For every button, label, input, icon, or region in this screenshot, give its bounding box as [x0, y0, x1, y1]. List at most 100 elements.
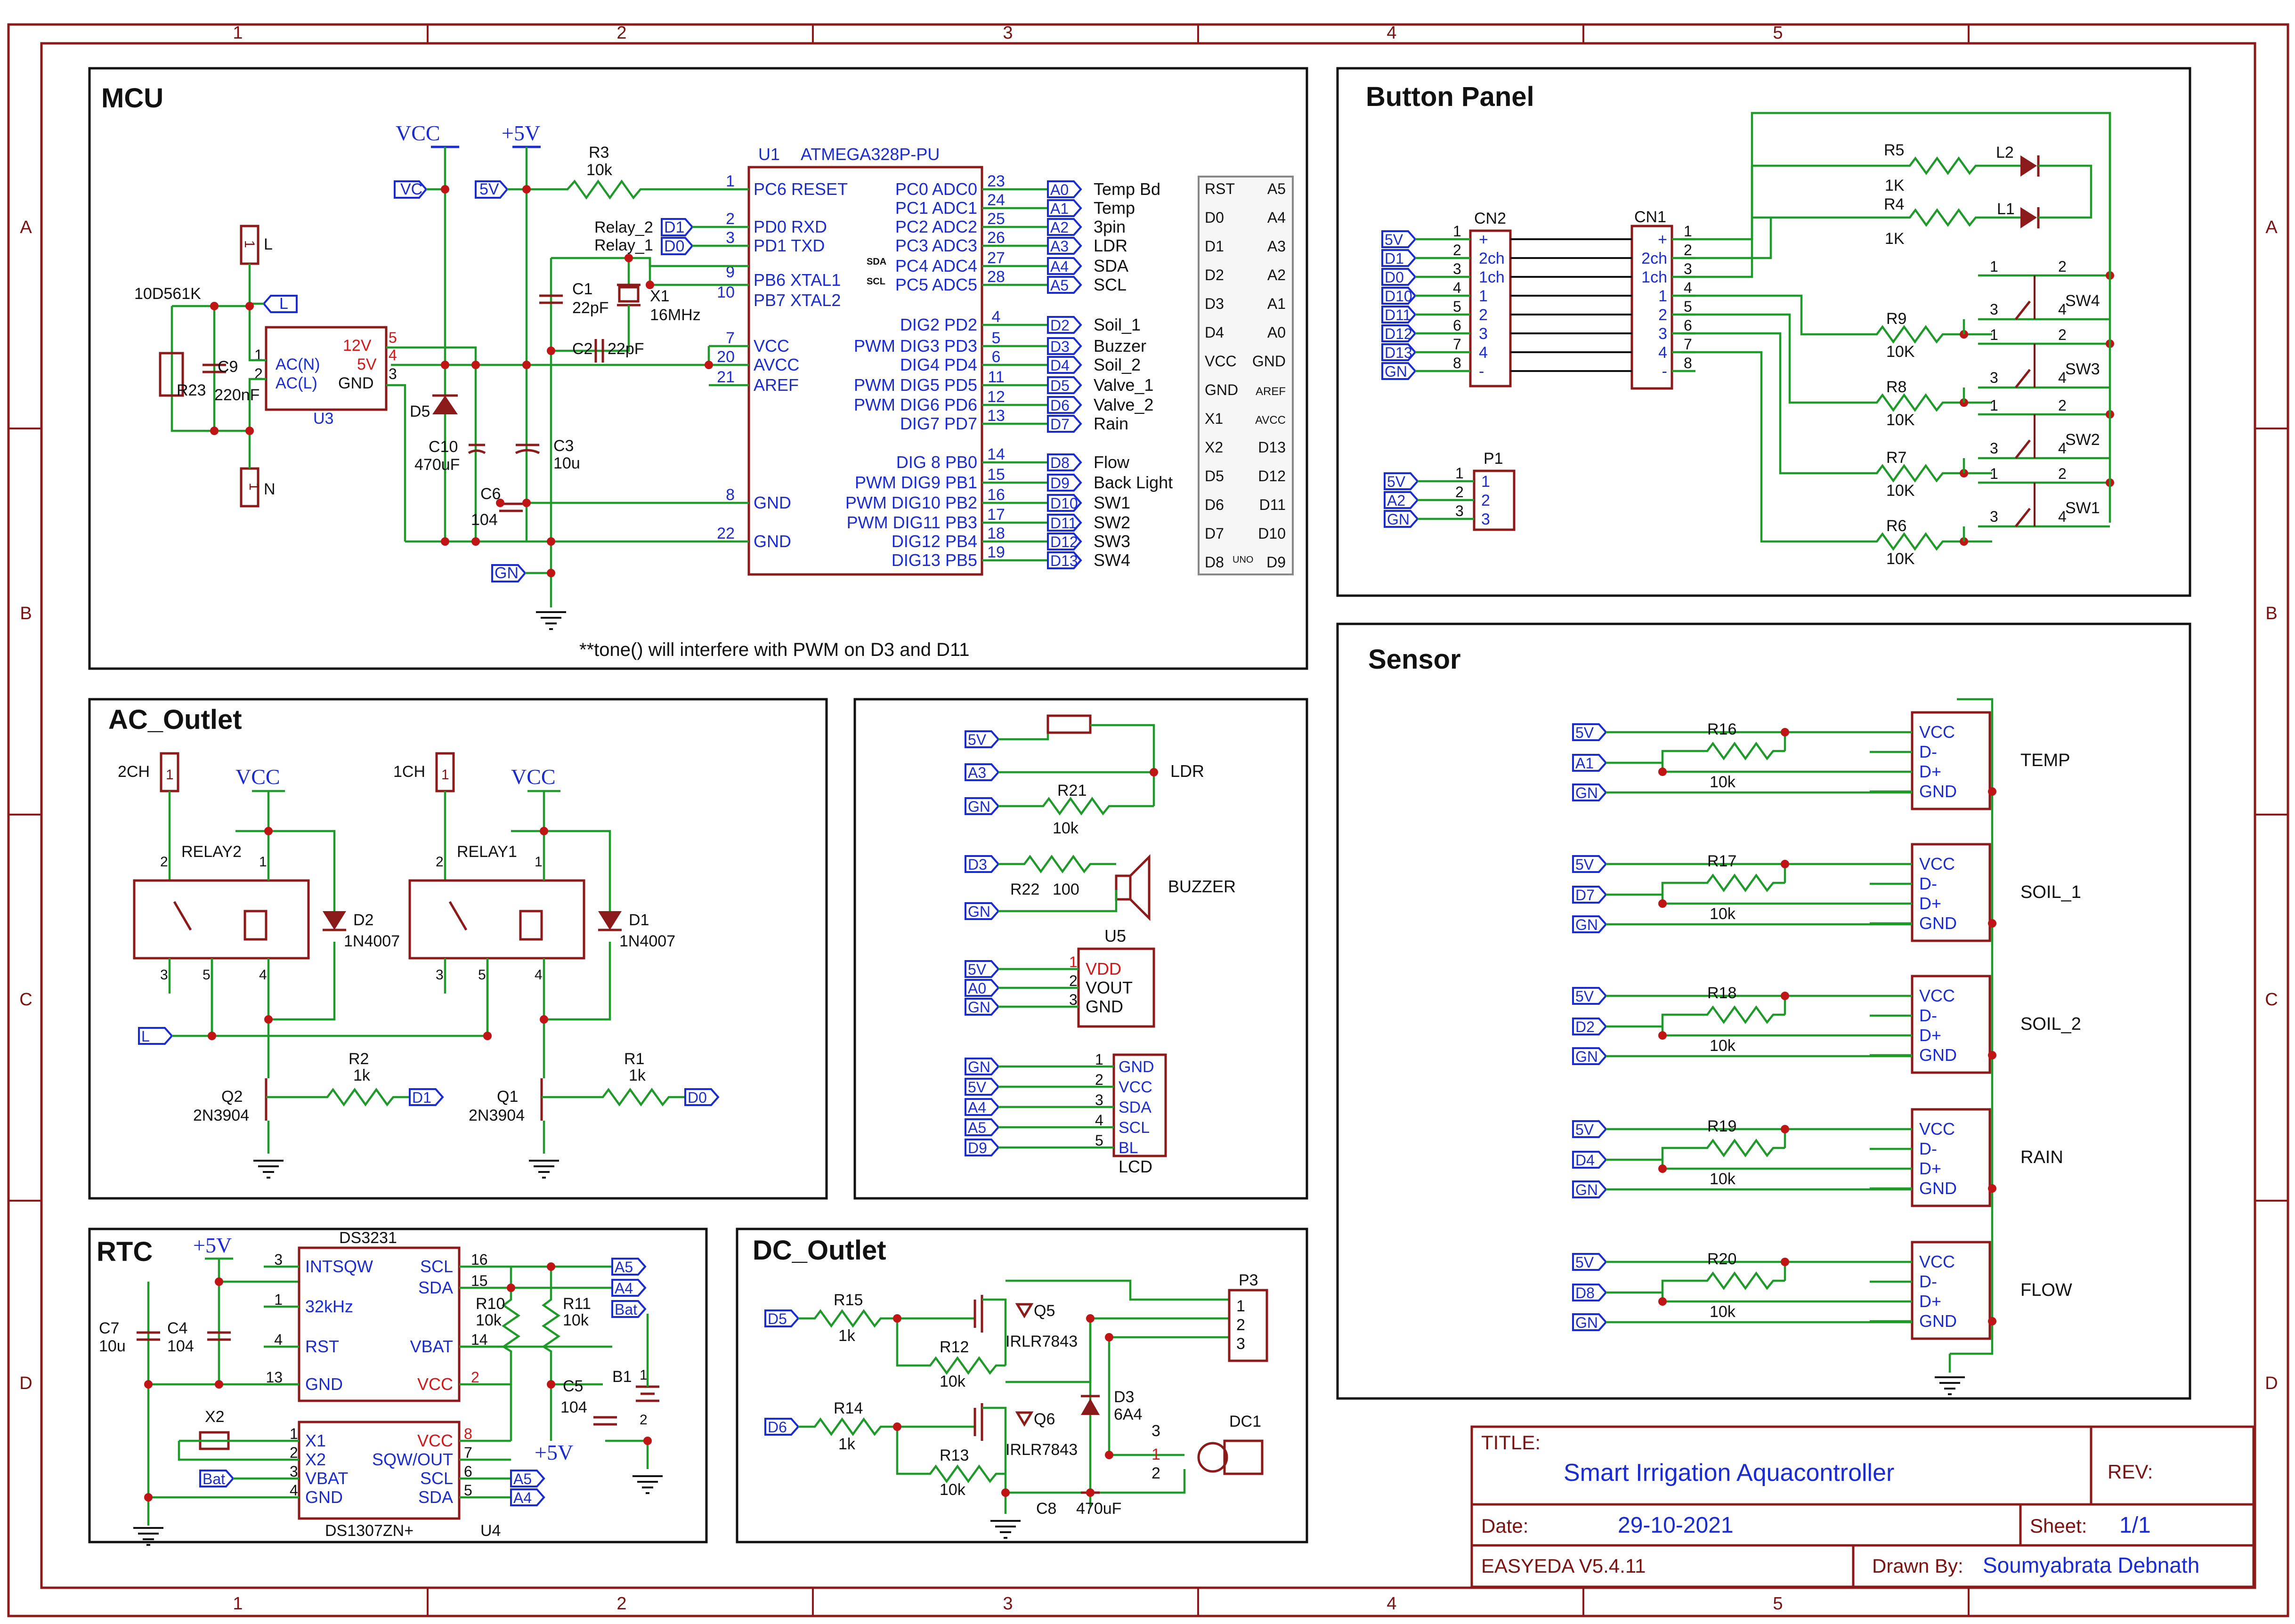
r21-resistor — [998, 797, 1154, 816]
r11-resistor — [541, 1267, 560, 1384]
ds3231-ln-2: 4 — [274, 1331, 283, 1348]
u1-right-pin-6: DIG4 PD4 — [900, 355, 977, 374]
u1-left-num-7: 7 — [726, 329, 735, 347]
dc1-pin1: 1 — [1152, 1446, 1160, 1463]
u1-func-27: SDA — [1094, 256, 1128, 275]
junction — [215, 1380, 223, 1389]
vcc-net-label: VC — [400, 180, 422, 198]
rtc-bat-net-label: Bat — [203, 1470, 225, 1487]
u1-right-pin-15: PWM DIG9 PB1 — [855, 473, 977, 492]
sensor-SOIL_1-v5-label: 5V — [1575, 856, 1594, 873]
cn2-pin-3: 1 — [1479, 287, 1488, 305]
u1-net-D7-label: D7 — [1050, 416, 1070, 433]
cn2-ref: CN2 — [1474, 210, 1506, 227]
sensor-TEMP-gn-label: GN — [1575, 784, 1598, 801]
ac-outlet-circuit: 12CHRELAY2VCC23 5 41D21N4007Q22N3904R21kD1… — [118, 752, 720, 1179]
sensor-R17-ref: R17 — [1707, 852, 1736, 870]
uno-right-13: D9 — [1266, 554, 1286, 571]
q2-val: 2N3904 — [193, 1107, 249, 1124]
uno-left-11: D6 — [1205, 496, 1224, 513]
u1-func-23: Temp Bd — [1094, 179, 1160, 199]
mcu-title: MCU — [101, 83, 163, 113]
r14-val: 1k — [838, 1435, 856, 1453]
u1-left-pin-7: VCC — [754, 336, 789, 356]
junction — [1781, 1258, 1789, 1266]
x1-crystal — [618, 286, 640, 303]
u5-pin-2: GND — [1086, 997, 1123, 1016]
title-label: TITLE: — [1481, 1431, 1541, 1454]
l1-led — [2020, 207, 2037, 228]
ds3231-r-0: SCL — [420, 1257, 453, 1276]
u1-func-26: LDR — [1094, 236, 1127, 255]
relay2-pin5: 5 — [203, 967, 211, 983]
u1-net-D3-label: D3 — [1050, 338, 1070, 355]
row-b-left: B — [20, 604, 32, 623]
cn2-pin-4: 2 — [1479, 306, 1488, 324]
r2-ref: R2 — [349, 1050, 369, 1068]
u1-func-17: SW2 — [1094, 513, 1130, 532]
sensor-SOIL_1-pin-2: D+ — [1919, 894, 1941, 913]
r22-val: 100 — [1053, 881, 1079, 898]
c10-val: 470uF — [414, 456, 460, 474]
dc-outlet-circuit: D5 R15 1k R12 10k Q5 IRLR7843 D6 R14 1k R13 10k Q6 IR… — [764, 1271, 1268, 1539]
sensor-FLOW-pin-0: VCC — [1919, 1252, 1955, 1271]
p1-ref: P1 — [1484, 450, 1503, 468]
ds3231-r-1: SDA — [418, 1278, 453, 1297]
relay1-ref: RELAY1 — [457, 843, 517, 861]
r15-ref: R15 — [834, 1291, 863, 1309]
lcd-net-3-label: A5 — [968, 1119, 986, 1136]
rtc-a5-net-2-label: A5 — [513, 1470, 532, 1487]
lcd-num-2: 3 — [1095, 1091, 1103, 1108]
ds1307-u: U4 — [480, 1522, 501, 1540]
col-5-bottom: 5 — [1773, 1594, 1783, 1614]
q5-ref: Q5 — [1034, 1302, 1055, 1320]
u1-right-num-13: 13 — [987, 407, 1005, 425]
dc1-body — [1223, 1439, 1264, 1475]
ds3231-rn-3: 2 — [471, 1369, 479, 1386]
col-4-top: 4 — [1387, 23, 1396, 43]
sensor-R19-ref: R19 — [1707, 1117, 1736, 1135]
junction — [547, 1262, 555, 1271]
ldr-label: LDR — [1170, 761, 1204, 781]
d2-ref: D2 — [353, 911, 373, 929]
ds3231-l-2: RST — [305, 1337, 339, 1356]
d0-flag-label: D0 — [664, 237, 684, 255]
sw-pin1-2: 1 — [1990, 397, 1998, 414]
d3-diode — [1081, 1398, 1100, 1415]
junction — [483, 1032, 492, 1040]
r8-ref: R8 — [1886, 378, 1906, 396]
u3-pin2: AC(L) — [276, 374, 317, 392]
lcd-net-4-label: D9 — [968, 1139, 987, 1156]
drawn-by: Soumyabrata Debnath — [1983, 1553, 2199, 1577]
d1-diode — [598, 911, 622, 930]
p1-num-0: 1 — [1455, 465, 1464, 482]
c2-val: 22pF — [608, 340, 644, 358]
u3-gnd: GND — [338, 374, 374, 392]
junction — [1658, 1164, 1667, 1173]
rtc-title: RTC — [97, 1236, 153, 1267]
c5-val: 104 — [560, 1398, 587, 1416]
u1-left-num-20: 20 — [717, 348, 735, 366]
sheet-label: Sheet: — [2030, 1515, 2087, 1537]
relay2-conn-label: 2CH — [118, 763, 150, 781]
u3-5v: 5V — [357, 356, 377, 373]
u1-right-pin-27: PC4 ADC4 — [895, 256, 977, 275]
col-1-bottom: 1 — [233, 1594, 243, 1614]
sensor-RAIN-v5-label: 5V — [1575, 1121, 1594, 1138]
x1-ref: X1 — [650, 287, 670, 305]
ground-symbol — [990, 1520, 1021, 1539]
c1-ref: C1 — [572, 280, 592, 298]
u1-right-num-19: 19 — [987, 543, 1005, 561]
cn1-num-2: 3 — [1684, 260, 1692, 277]
b1-pin2: 2 — [640, 1412, 648, 1428]
switch-3-ref: SW1 — [2065, 499, 2100, 517]
ds1307-rn-3: 5 — [464, 1482, 472, 1499]
relay1-body — [408, 879, 585, 960]
r7-val: 10K — [1886, 482, 1915, 500]
u1-right-num-17: 17 — [987, 506, 1005, 524]
l2-ref: L2 — [1996, 144, 2014, 162]
sensor-RAIN-pin-3: GND — [1919, 1179, 1957, 1198]
u1-left-pin-1: PC6 RESET — [754, 179, 848, 199]
cn2-num-5: 6 — [1453, 317, 1461, 334]
r5-val: 1K — [1885, 177, 1905, 194]
